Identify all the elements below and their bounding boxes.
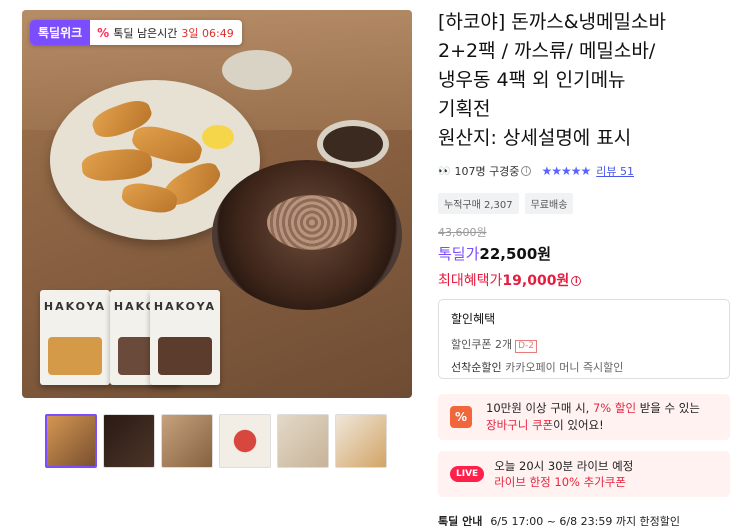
live-time: 오늘 20시 30분 라이브 예정: [494, 459, 634, 473]
free-shipping-chip: 무료배송: [524, 193, 574, 214]
live-schedule-banner[interactable]: LIVE 오늘 20시 30분 라이브 예정 라이브 한정 10% 추가쿠폰: [438, 451, 730, 497]
coupon-count: 할인쿠폰 2개: [451, 338, 513, 351]
discount-benefit-box[interactable]: 할인혜택 할인쿠폰 2개 D-2 선착순할인 카카오페이 머니 즉시할인: [438, 299, 730, 379]
eyes-icon: 👀: [438, 165, 451, 177]
deal-timer-badge: 톡딜위크 % 톡딜 남은시간 3일 06:49: [30, 20, 242, 45]
cumulative-purchase-chip: 누적구매 2,307: [438, 193, 519, 214]
live-text: 오늘 20시 30분 라이브 예정 라이브 한정 10% 추가쿠폰: [494, 458, 633, 490]
deal-week-tag: 톡딜위크: [30, 20, 91, 45]
cart-coupon-text: 10만원 이상 구매 시, 7% 할인 받을 수 있는 장바구니 쿠폰이 있어요…: [486, 401, 700, 432]
thumbnail-strip: [45, 414, 387, 468]
product-title: [하코야] 돈까스&냉메밀소바 2+2팩 / 까스류/ 메밀소바/ 냉우동 4팩…: [438, 8, 733, 153]
package-cutlet: HAKOYA: [40, 290, 110, 385]
thumbnail-4[interactable]: [219, 414, 271, 468]
info-icon[interactable]: i: [571, 276, 582, 286]
package-brand: HAKOYA: [43, 300, 107, 313]
first-come-text: 카카오페이 머니 즉시할인: [505, 361, 624, 374]
first-come-row: 선착순할인 카카오페이 머니 즉시할인: [451, 359, 717, 375]
max-benefit-value: 19,000원: [502, 273, 570, 289]
live-badge: LIVE: [450, 466, 485, 482]
original-price: 43,600원: [438, 226, 487, 239]
thumbnail-2[interactable]: [103, 414, 155, 468]
first-come-label: 선착순할인: [451, 361, 502, 374]
deal-price: 톡딜가22,500원: [438, 243, 551, 264]
percent-icon: %: [97, 25, 110, 40]
package-brand: HAKOYA: [153, 300, 217, 313]
thumbnail-5[interactable]: [277, 414, 329, 468]
review-link[interactable]: 리뷰 51: [596, 163, 634, 179]
thumbnail-3[interactable]: [161, 414, 213, 468]
deal-price-label: 톡딜가: [438, 245, 480, 263]
package-udon: HAKOYA: [150, 290, 220, 385]
benefit-title: 할인혜택: [451, 312, 496, 326]
wasabi-plate: [222, 50, 292, 90]
deal-notice-label: 톡딜 안내: [438, 515, 483, 526]
max-benefit-label: 최대혜택가: [438, 273, 503, 289]
live-coupon: 라이브 한정 10% 추가쿠폰: [494, 475, 626, 489]
thumbnail-1[interactable]: [45, 414, 97, 468]
title-line: 기획전: [438, 98, 491, 120]
soba-noodles: [267, 195, 357, 250]
viewer-rating-row: 👀 107명 구경중 i ★★★★★ 리뷰 51: [438, 163, 634, 179]
thumbnail-6[interactable]: [335, 414, 387, 468]
sauce-dish: [317, 120, 389, 168]
deal-notice-text: 6/5 17:00 ~ 6/8 23:59 까지 한정할인: [490, 515, 681, 526]
coupon-row: 할인쿠폰 2개 D-2: [451, 336, 717, 353]
max-benefit-price: 최대혜택가19,000원 i: [438, 270, 582, 290]
title-line: 원산지: 상세설명에 표시: [438, 127, 632, 149]
info-icon[interactable]: i: [521, 166, 532, 176]
title-line: [하코야] 돈까스&냉메밀소바: [438, 11, 666, 33]
lemon-slice: [202, 125, 234, 149]
remaining-time-value: 3일 06:49: [181, 26, 234, 40]
dday-badge: D-2: [515, 340, 538, 353]
product-main-image[interactable]: HAKOYA HAKOYA HAKOYA: [22, 10, 412, 398]
deal-notice-row: 톡딜 안내 6/5 17:00 ~ 6/8 23:59 까지 한정할인: [438, 513, 680, 526]
deal-price-value: 22,500원: [479, 245, 552, 263]
title-line: 2+2팩 / 까스류/ 메밀소바/: [438, 40, 656, 62]
title-line: 냉우동 4팩 외 인기메뉴: [438, 69, 626, 91]
cart-coupon-banner[interactable]: % 10만원 이상 구매 시, 7% 할인 받을 수 있는 장바구니 쿠폰이 있…: [438, 394, 730, 440]
remaining-time-label: 톡딜 남은시간: [113, 26, 178, 40]
coupon-percent-icon: %: [450, 406, 472, 428]
info-chips: 누적구매 2,307 무료배송: [438, 193, 574, 214]
rating-stars-icon: ★★★★★: [541, 164, 591, 178]
viewer-count: 107명 구경중: [454, 165, 520, 178]
